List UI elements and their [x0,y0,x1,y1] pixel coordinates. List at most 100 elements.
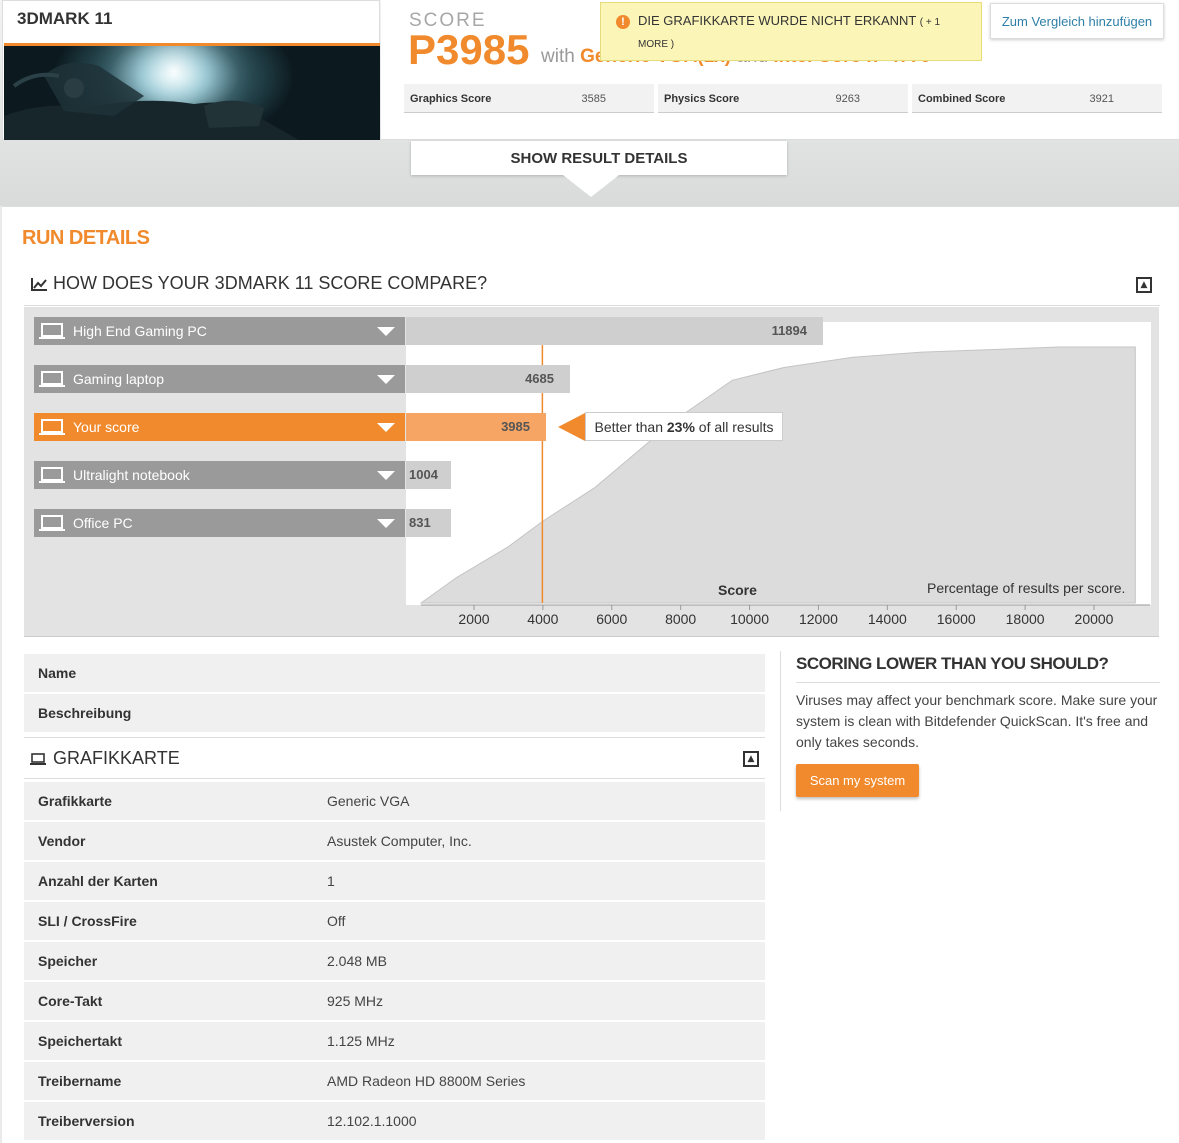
compare-row-3-bar: 1004 [406,461,451,489]
gpu-row-value: Asustek Computer, Inc. [327,833,472,849]
subscore-combined: Combined Score 3921 [912,84,1162,113]
aside-divider [780,651,781,811]
chevron-down-icon[interactable] [377,375,395,384]
gpu-row: SLI / CrossFire Off [24,902,765,940]
compare-section-header: HOW DOES YOUR 3DMARK 11 SCORE COMPARE? ▲ [24,262,1160,306]
warning-line: DIE GRAFIKKARTE WURDE NICHT ERKANNT ( + … [638,13,940,28]
info-label: Beschreibung [38,705,132,721]
gpu-row-value: AMD Radeon HD 8800M Series [327,1073,526,1089]
benchmark-card: 3DMARK 11 [2,0,380,140]
gpu-row: Speichertakt 1.125 MHz [24,1022,765,1060]
better-than-arrow [558,413,585,441]
compare-row-label: Your score [73,419,140,435]
chevron-down-icon[interactable] [377,519,395,528]
subscore-label: Graphics Score [410,93,492,105]
subscore-graphics: Graphics Score 3585 [404,84,654,113]
compare-row-value: 3985 [501,419,530,434]
info-row-name: Name [24,654,765,692]
warning-extra: ( + 1 [919,17,941,28]
gpu-row-value: 12.102.1.1000 [327,1113,417,1129]
gpu-row-label: SLI / CrossFire [38,913,137,929]
gpu-row-value: Off [327,913,346,929]
laptop-icon [39,515,65,531]
gpu-row: Grafikkarte Generic VGA [24,782,765,820]
line-chart-icon [31,278,47,291]
compare-row-4-bar: 831 [406,509,451,537]
warning-text: DIE GRAFIKKARTE WURDE NICHT ERKANNT [638,13,917,28]
subscore-label: Physics Score [664,93,740,105]
better-percent: 23% [666,418,695,435]
gpu-row-label: Treiberversion [38,1113,135,1129]
gpu-row: Anzahl der Karten 1 [24,862,765,900]
gpu-row-label: Speicher [38,953,98,969]
show-result-details-button[interactable]: SHOW RESULT DETAILS [411,141,787,175]
add-to-compare-button[interactable]: Zum Vergleich hinzufügen [990,3,1164,39]
info-label: Name [38,665,77,681]
gpu-section-header: GRAFIKKARTE ▲ [24,737,765,779]
compare-row-value: 1004 [409,467,438,482]
compare-row-value: 11894 [771,323,807,338]
diver-illustration [4,46,380,140]
compare-row-label: High End Gaming PC [73,323,207,339]
subscore-value: 9263 [835,93,860,105]
gpu-row-label: Vendor [38,833,86,849]
compare-section-title: HOW DOES YOUR 3DMARK 11 SCORE COMPARE? [53,273,488,293]
warning-icon: ! [616,15,630,29]
better-than-box: Better than 23% of all results [585,412,783,441]
subscore-physics: Physics Score 9263 [658,84,908,113]
compare-row-label: Ultralight notebook [73,467,190,483]
compare-row-1-bar: 4685 [406,365,570,393]
gpu-row-value: 2.048 MB [327,953,387,969]
warning-more[interactable]: MORE ) [638,39,674,50]
gpu-row: Treibername AMD Radeon HD 8800M Series [24,1062,765,1100]
gpu-row: Vendor Asustek Computer, Inc. [24,822,765,860]
scan-my-system-button[interactable]: Scan my system [796,764,919,797]
gpu-section-title: GRAFIKKARTE [53,748,180,768]
gpu-row-value: Generic VGA [327,793,410,809]
benchmark-thumbnail [4,43,380,140]
subscore-label: Combined Score [918,93,1006,105]
compare-row-4-selector[interactable]: Office PC [34,509,405,537]
show-details-arrow-icon[interactable] [563,175,619,197]
score-axis-label: Score [718,582,757,598]
gpu-row: Treiberversion 12.102.1.1000 [24,1102,765,1140]
chevron-down-icon[interactable] [377,327,395,336]
gpu-row-label: Grafikkarte [38,793,112,809]
subscores: Graphics Score 3585 Physics Score 9263 C… [404,84,1164,113]
laptop-icon [39,323,65,339]
compare-row-0-selector[interactable]: High End Gaming PC [34,317,405,345]
compare-row-1-selector[interactable]: Gaming laptop [34,365,405,393]
compare-row-2-bar: 3985 [406,413,546,441]
laptop-icon [39,371,65,387]
compare-row-2-selector[interactable]: Your score [34,413,405,441]
subscore-value: 3921 [1089,93,1114,105]
subscore-value: 3585 [581,93,606,105]
gpu-row-value: 925 MHz [327,993,384,1009]
chevron-down-icon[interactable] [377,471,395,480]
compare-row-value: 4685 [525,371,554,386]
gpu-row-value: 1.125 MHz [327,1033,395,1049]
gpu-row-label: Treibername [38,1073,122,1089]
gpu-row-value: 1 [327,873,335,889]
laptop-icon [39,467,65,483]
chevron-down-icon[interactable] [377,423,395,432]
collapse-gpu-icon[interactable]: ▲ [743,751,759,767]
percentage-label: Percentage of results per score. [927,580,1126,596]
info-row-description: Beschreibung [24,694,765,732]
better-prefix: Better than [594,418,663,435]
gpu-warning-box[interactable]: ! DIE GRAFIKKARTE WURDE NICHT ERKANNT ( … [600,2,982,61]
compare-row-label: Gaming laptop [73,371,165,387]
gpu-row-label: Speichertakt [38,1033,123,1049]
compare-row-3-selector[interactable]: Ultralight notebook [34,461,405,489]
compare-row-label: Office PC [73,515,133,531]
collapse-compare-icon[interactable]: ▲ [1136,277,1152,293]
laptop-icon [39,419,65,435]
benchmark-title: 3DMARK 11 [17,9,113,28]
gpu-row: Core-Takt 925 MHz [24,982,765,1020]
aside-title: SCORING LOWER THAN YOU SHOULD? [796,654,1109,673]
gpu-row: Speicher 2.048 MB [24,942,765,980]
compare-row-0-bar: 11894 [406,317,823,345]
score-with-word: with [541,46,575,67]
score-value: P3985 [408,26,530,73]
aside-text: Viruses may affect your benchmark score.… [796,692,1158,750]
